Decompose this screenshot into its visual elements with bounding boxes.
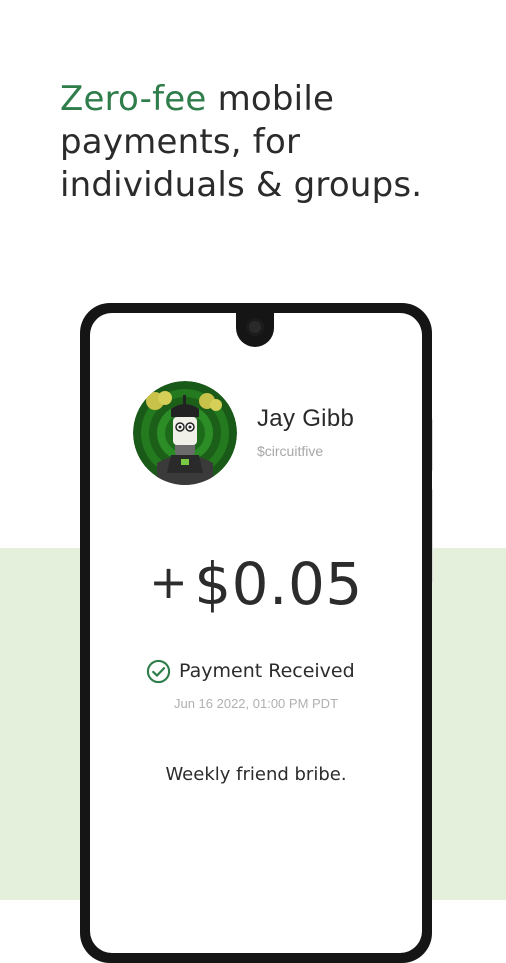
profile-handle[interactable]: $circuitfive	[257, 443, 323, 459]
payment-amount: + $0.05	[90, 550, 422, 618]
headline-accent: Zero-fee	[60, 79, 207, 119]
payment-status: Payment Received	[146, 658, 355, 684]
promo-headline: Zero-fee mobile payments, for individual…	[60, 78, 480, 207]
avatar-illustration	[133, 381, 237, 485]
profile-name: Jay Gibb	[257, 405, 355, 432]
payment-note: Weekly friend bribe.	[165, 764, 347, 785]
payment-timestamp: Jun 16 2022, 01:00 PM PDT	[173, 696, 339, 711]
avatar[interactable]	[133, 381, 237, 485]
check-circle-icon	[146, 659, 171, 683]
status-label: Payment Received	[179, 660, 355, 682]
amount-sign: +	[149, 555, 189, 609]
camera-icon	[246, 318, 264, 336]
amount-value: $0.05	[194, 550, 363, 618]
